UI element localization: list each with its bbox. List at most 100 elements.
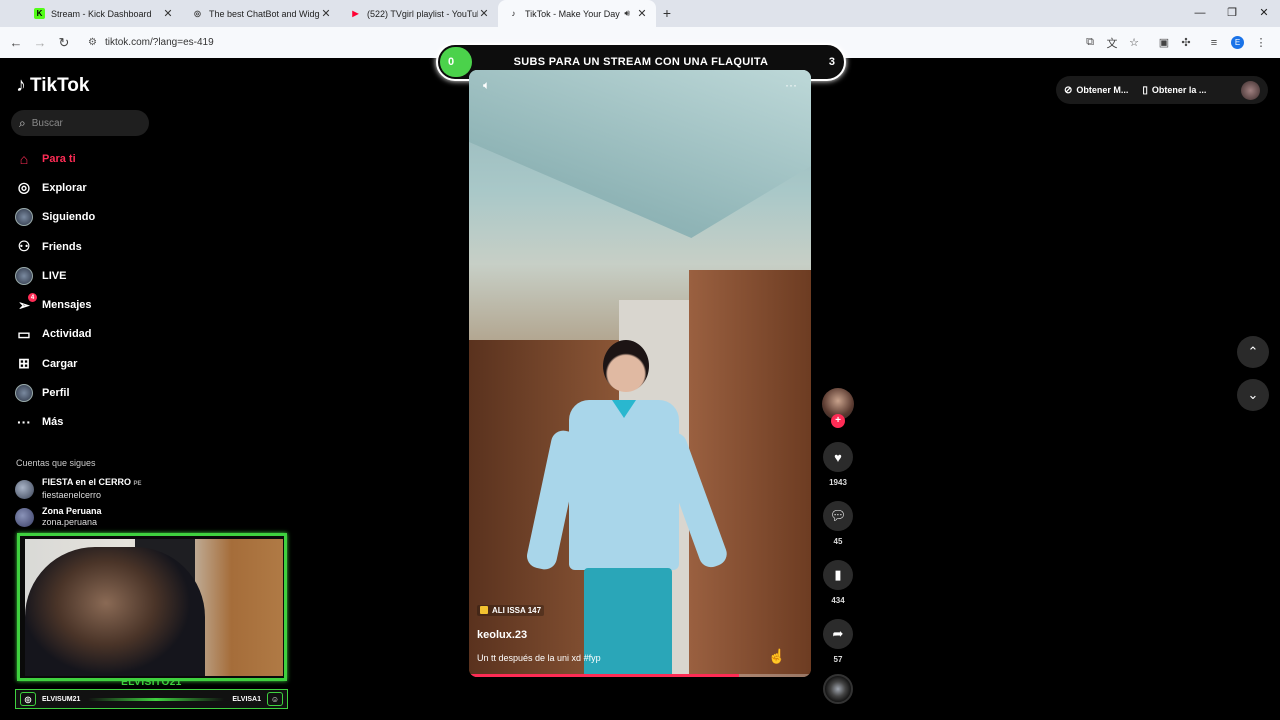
search-input[interactable]: ⌕ Buscar	[11, 110, 149, 136]
account-tag: PE	[133, 481, 142, 487]
forward-icon[interactable]: →	[28, 35, 52, 50]
get-app-button[interactable]: ▯ Obtener la ...	[1142, 85, 1206, 96]
nav-item[interactable]: Siguiendo	[14, 203, 154, 232]
sponsor-label[interactable]: ALI ISSA 147	[477, 604, 545, 616]
browser-tab[interactable]: ♪ TikTok - Make Your Day 🔊︎ ✕	[498, 0, 656, 27]
video-description[interactable]: Un tt después de la uni xd #fyp	[477, 653, 797, 663]
more-options-icon[interactable]: ···	[785, 78, 797, 93]
nav-item[interactable]: ▭ Actividad	[14, 320, 154, 349]
extensions-puzzle-icon[interactable]: ✣	[1175, 36, 1197, 49]
creator-avatar[interactable]: +	[822, 388, 854, 428]
chevron-down-icon: ⌄	[1247, 387, 1259, 402]
messages-badge: 4	[28, 293, 37, 303]
nav-label: Explorar	[42, 181, 87, 194]
profile-avatar-icon	[14, 383, 34, 403]
share-count: 57	[833, 655, 843, 664]
previous-video-button[interactable]: ⌃	[1237, 336, 1269, 368]
discord-handle: ELVISA1	[232, 695, 261, 703]
follow-plus-icon[interactable]: +	[831, 414, 845, 428]
save-count: 434	[831, 596, 845, 605]
video-username[interactable]: keolux.23	[477, 629, 797, 641]
next-video-button[interactable]: ⌄	[1237, 379, 1269, 411]
nav-label: Siguiendo	[42, 211, 96, 224]
friends-icon: ⚇	[17, 238, 31, 255]
nav-item[interactable]: ◎ Explorar	[14, 173, 154, 202]
get-coins-label: Obtener M...	[1076, 85, 1129, 95]
close-window-button[interactable]: ✕	[1248, 0, 1280, 27]
sub-goal-text: SUBS PARA UN STREAM CON UNA FLAQUITA	[513, 56, 769, 68]
browser-tab[interactable]: ▶ (522) TVgirl playlist - YouTube ✕	[340, 0, 498, 27]
tab-strip: K Stream - Kick Dashboard ✕ ◎ The best ChatB…	[0, 0, 656, 27]
install-app-icon[interactable]: ⧉	[1079, 36, 1101, 49]
nav-item[interactable]: ⚇ Friends	[14, 232, 154, 261]
head	[603, 340, 649, 392]
main-nav: ⌂ Para ti ◎ Explorar Siguiendo ⚇ Friends LIVE ➢ 4…	[14, 144, 154, 437]
nav-item[interactable]: ··· Más	[14, 408, 154, 437]
like-action[interactable]: ♥ 1943	[822, 442, 854, 487]
profile-avatar[interactable]: E	[1231, 36, 1244, 49]
divider	[88, 697, 225, 701]
video-progress-bar[interactable]	[469, 674, 811, 677]
following-avatar-icon	[14, 207, 34, 227]
home-icon: ⌂	[19, 150, 29, 167]
search-icon: ⌕	[19, 115, 26, 130]
hand-cursor-icon: ☝	[768, 648, 786, 664]
nav-item[interactable]: Perfil	[14, 378, 154, 407]
nav-item[interactable]: ⌂ Para ti	[14, 144, 154, 173]
following-account[interactable]: Zona Peruana zona.peruana	[15, 506, 102, 528]
restore-button[interactable]: ❐	[1216, 0, 1248, 27]
social-bar: ◎ ELVISUM21 ELVISA1 ☺	[15, 689, 288, 709]
sponsor-text: ALI ISSA 147	[492, 605, 542, 615]
browser-tab[interactable]: K Stream - Kick Dashboard ✕	[24, 0, 182, 27]
user-avatar[interactable]	[1241, 80, 1260, 100]
music-disc-icon[interactable]	[823, 674, 853, 704]
get-coins-button[interactable]: ⊘ Obtener M...	[1064, 85, 1128, 96]
menu-kebab-icon[interactable]: ⋮	[1250, 36, 1272, 49]
activity-icon: ▭	[17, 325, 31, 342]
tab-title: (522) TVgirl playlist - YouTube	[367, 8, 478, 19]
discord-icon: ☺	[267, 692, 283, 706]
top-right-bar: ⊘ Obtener M... ▯ Obtener la ...	[1056, 76, 1268, 104]
account-username: fiestaenelcerro	[42, 490, 102, 500]
tab-close-icon[interactable]: ✕	[162, 7, 174, 20]
translate-icon[interactable]: 文	[1101, 35, 1123, 51]
site-settings-icon[interactable]: ⚙	[88, 37, 97, 48]
extension-icon[interactable]: ▣	[1153, 36, 1175, 49]
share-action[interactable]: ➦ 57	[822, 619, 854, 664]
minimize-button[interactable]: —	[1184, 0, 1216, 27]
comment-action[interactable]: 💬︎ 45	[822, 501, 854, 546]
nav-item[interactable]: ➢ 4 Mensajes	[14, 290, 154, 319]
following-account[interactable]: FIESTA en el CERRO PE fiestaenelcerro	[15, 477, 142, 501]
share-icon[interactable]: ➦	[823, 619, 853, 649]
nav-item[interactable]: LIVE	[14, 261, 154, 290]
video-player[interactable]: 🔈︎ ··· ALI ISSA 147 keolux.23 Un tt desp…	[469, 70, 811, 677]
comment-icon[interactable]: 💬︎	[823, 501, 853, 531]
webcam-overlay: ELVISITO21 ◎ ELVISUM21 ELVISA1 ☺	[15, 531, 288, 711]
volume-icon[interactable]: 🔈︎	[483, 78, 490, 93]
url-text: tiktok.com/?lang=es-419	[104, 37, 214, 48]
nav-label: Actividad	[42, 328, 92, 341]
heart-icon[interactable]: ♥	[823, 442, 853, 472]
media-control-icon[interactable]: ≡	[1203, 37, 1225, 49]
tab-favicon-icon: ▶	[352, 9, 359, 18]
reload-icon[interactable]: ↻	[52, 35, 76, 51]
tab-close-icon[interactable]: ✕	[320, 7, 332, 20]
new-tab-button[interactable]: +	[656, 0, 678, 27]
nav-item[interactable]: ⊞ Cargar	[14, 349, 154, 378]
tab-close-icon[interactable]: ✕	[636, 7, 648, 20]
tab-audio-icon[interactable]: 🔊︎	[624, 8, 630, 19]
video-progress-fill	[469, 674, 740, 677]
tiktok-logo[interactable]: ♪ TikTok	[16, 74, 89, 97]
browser-tab[interactable]: ◎ The best ChatBot and Widgets ✕	[182, 0, 340, 27]
torso	[569, 400, 679, 570]
more-icon: ···	[17, 414, 31, 431]
save-action[interactable]: ▮ 434	[822, 560, 854, 605]
bookmark-star-icon[interactable]: ☆	[1123, 36, 1145, 49]
account-avatar	[15, 507, 34, 527]
back-icon[interactable]: ←	[4, 35, 28, 50]
action-column: + ♥ 1943 💬︎ 45 ▮ 434 ➦ 57	[822, 388, 854, 704]
tab-favicon-icon: K	[34, 8, 45, 19]
sub-goal-fill	[440, 47, 472, 77]
tab-close-icon[interactable]: ✕	[478, 7, 490, 20]
bookmark-icon[interactable]: ▮	[823, 560, 853, 590]
